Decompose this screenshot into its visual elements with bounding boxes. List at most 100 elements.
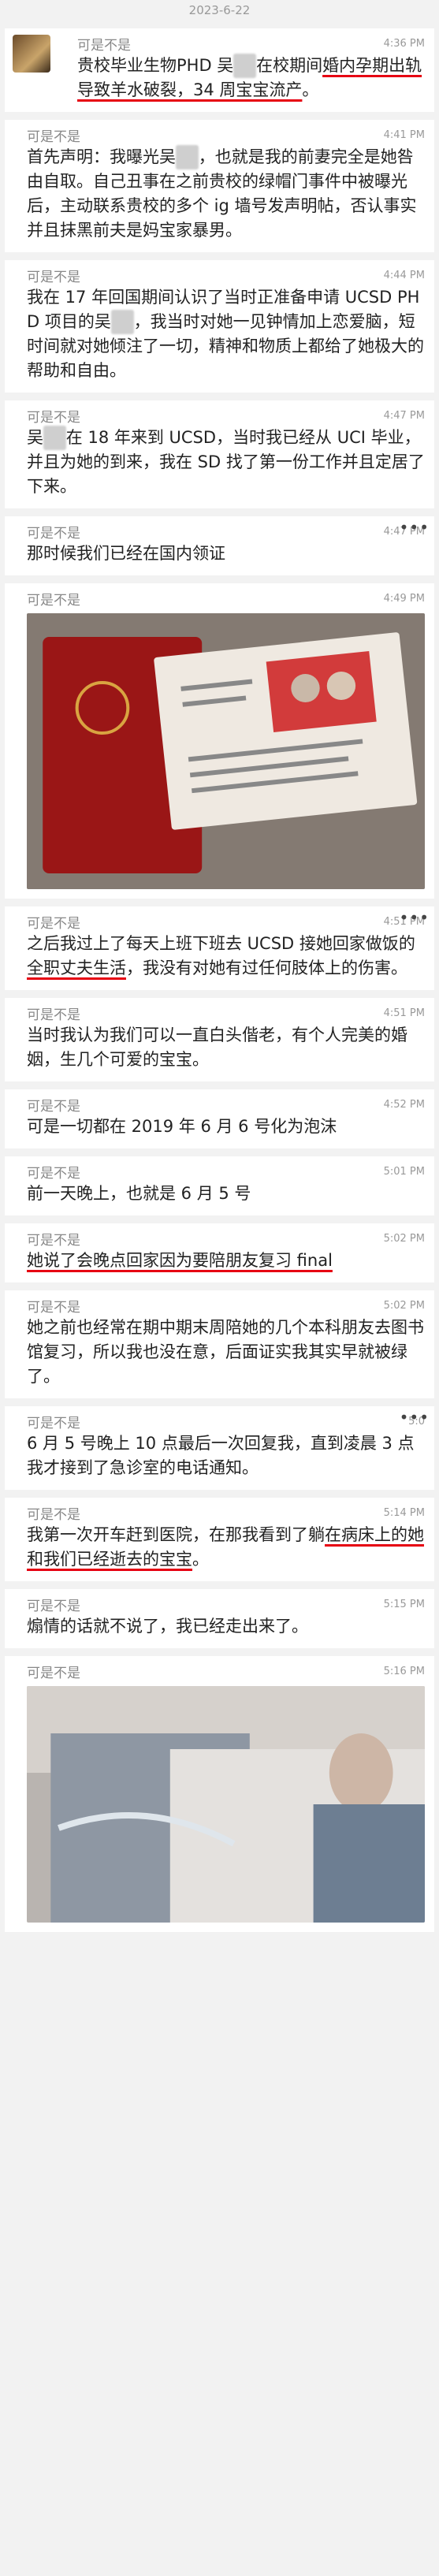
hospital-photo[interactable] [27, 1686, 425, 1923]
post-card[interactable]: 可是不是 4:47 PM 吴XX在 18 年来到 UCSD，当时我已经从 UCI 毕… [5, 400, 434, 508]
post-meta: 可是不是 4:51 PM [27, 1004, 425, 1023]
post-card[interactable]: 可是不是 4:49 PM [5, 583, 434, 899]
marriage-certificate-photo[interactable] [27, 613, 425, 889]
text-segment: 当时我认为我们可以一直白头偕老，有个人完美的婚姻，生几个可爱的宝宝。 [27, 1026, 407, 1069]
post-card[interactable]: 可是不是 4:41 PM 首先声明：我曝光吴XX，也就是我的前妻完全是她咎由自取。自… [5, 120, 434, 252]
text-segment: 婚内 [322, 56, 356, 75]
post-card[interactable]: 可是不是 4:51 PM 当时我认为我们可以一直白头偕老，有个人完美的婚姻，生几个可… [5, 998, 434, 1081]
post-text: 我第一次开车赶到医院，在那我看到了躺在病床上的她和我们已经逝去的宝宝。 [27, 1523, 425, 1572]
sender-name: 可是不是 [27, 1007, 80, 1023]
post-card[interactable]: 可是不是 5:02 PM 她之前也经常在期中期末周陪她的几个本科朋友去图书馆复习，所… [5, 1290, 434, 1398]
post-time: 5:15 PM [383, 1598, 425, 1610]
text-segment: 她之前也经常在期中期末周陪她的几个本科朋友去图书馆复习，所以我也没在意，后面证实… [27, 1318, 424, 1386]
text-segment: 那时候我们已经在国内领证 [27, 544, 225, 563]
post-card[interactable]: 可是不是 4:44 PM 我在 17 年回国期间认识了当时正准备申请 UCSD PH… [5, 260, 434, 393]
sender-name: 可是不是 [27, 409, 80, 426]
post-meta: 可是不是 5:02 PM [27, 1230, 425, 1249]
sender-name: 可是不是 [27, 1415, 80, 1431]
sender-name: 可是不是 [27, 592, 80, 609]
post-card[interactable]: 可是不是 5:15 PM 煽情的话就不说了，我已经走出来了。 [5, 1589, 434, 1648]
post-text: 那时候我们已经在国内领证 [27, 542, 425, 566]
post-text: 当时我认为我们可以一直白头偕老，有个人完美的婚姻，生几个可爱的宝宝。 [27, 1023, 425, 1072]
post-text: 她说了会晚点回家因为要陪朋友复习 final [27, 1249, 425, 1273]
text-segment: 贵校毕业生物PHD 吴 [77, 56, 234, 75]
text-segment: 。 [302, 80, 319, 99]
post-text: 之后我过上了每天上班下班去 UCSD 接她回家做饭的全职丈夫生活，我没有对她有过… [27, 932, 425, 981]
post-time: 5:02 PM [383, 1232, 425, 1245]
post-meta: 可是不是 5:15 PM [27, 1595, 425, 1614]
avatar[interactable] [13, 35, 50, 73]
post-meta: 可是不是 4:36 PM [77, 35, 425, 54]
post-time: 4:47 PM [383, 409, 425, 422]
post-list: 可是不是 4:36 PM 贵校毕业生物PHD 吴XX在校期间婚内孕期出轨导致羊水破裂… [0, 28, 439, 1932]
post-card[interactable]: 可是不是 4:52 PM 可是一切都在 2019 年 6 月 6 号化为泡沫 [5, 1089, 434, 1148]
post-card[interactable]: ••• 可是不是 4:47 PM 那时候我们已经在国内领证 [5, 516, 434, 575]
post-text: 吴XX在 18 年来到 UCSD，当时我已经从 UCI 毕业，并且为她的到来，我… [27, 426, 425, 499]
text-segment: 。 [192, 1550, 209, 1569]
post-card[interactable]: 可是不是 5:14 PM 我第一次开车赶到医院，在那我看到了躺在病床上的她和我们已经… [5, 1498, 434, 1581]
post-text: 6 月 5 号晚上 10 点最后一次回复我，直到凌晨 3 点我才接到了急诊室的电… [27, 1431, 425, 1480]
post-time: 4:49 PM [383, 592, 425, 605]
text-segment: ，我没有对她有过任何肢体上的伤害。 [126, 959, 407, 977]
post-time: 4:41 PM [383, 128, 425, 141]
post-meta: 可是不是 4:49 PM [27, 590, 425, 609]
post-card[interactable]: 可是不是 4:36 PM 贵校毕业生物PHD 吴XX在校期间婚内孕期出轨导致羊水破裂… [5, 28, 434, 112]
more-dots-icon[interactable]: ••• [400, 908, 430, 927]
post-meta: 可是不是 5:02 PM [27, 1297, 425, 1316]
post-meta: 可是不是 4:47 PM [27, 407, 425, 426]
sender-name: 可是不是 [27, 1506, 80, 1523]
post-meta: 可是不是 4:41 PM [27, 126, 425, 145]
post-card[interactable]: ••• 可是不是 4:51 PM 之后我过上了每天上班下班去 UCSD 接她回家做饭的… [5, 906, 434, 990]
post-time: 4:52 PM [383, 1098, 425, 1111]
text-segment: 前一天晚上，也就是 6 月 5 号 [27, 1184, 251, 1203]
post-time: 4:51 PM [383, 1007, 425, 1019]
blurred-name: XX [110, 310, 134, 334]
more-dots-icon[interactable]: ••• [400, 1408, 430, 1427]
post-text: 我在 17 年回国期间认识了当时正准备申请 UCSD PHD 项目的吴XX，我当… [27, 285, 425, 383]
blurred-name: XX [43, 426, 66, 450]
post-card[interactable]: 可是不是 5:02 PM 她说了会晚点回家因为要陪朋友复习 final [5, 1223, 434, 1282]
text-segment: 之后我过上了每天上班下班去 UCSD 接她回家做饭的 [27, 934, 415, 953]
sender-name: 可是不是 [27, 1299, 80, 1316]
sender-name: 可是不是 [27, 915, 80, 932]
post-card[interactable]: 可是不是 5:16 PM [5, 1656, 434, 1932]
post-time: 4:36 PM [383, 37, 425, 50]
text-segment: 全职丈夫生活 [27, 959, 126, 977]
sender-name: 可是不是 [27, 128, 80, 145]
text-segment: 煽情的话就不说了，我已经走出来了。 [27, 1617, 308, 1636]
text-segment: 在 18 年来到 UCSD，当时我已经从 UCI 毕业，并且为她的到来，我在 S… [27, 428, 425, 496]
post-text: 可是一切都在 2019 年 6 月 6 号化为泡沫 [27, 1115, 425, 1139]
more-dots-icon[interactable]: ••• [400, 518, 430, 537]
sender-name: 可是不是 [27, 525, 80, 542]
post-time: 5:16 PM [383, 1665, 425, 1677]
post-text: 贵校毕业生物PHD 吴XX在校期间婚内孕期出轨导致羊水破裂，34 周宝宝流产。 [77, 54, 425, 102]
post-card[interactable]: ••• 可是不是 5:0 6 月 5 号晚上 10 点最后一次回复我，直到凌晨 3 点… [5, 1406, 434, 1490]
text-segment: 首先声明：我曝光吴 [27, 147, 176, 166]
text-segment: 她说了会晚点回家因为要陪朋友复习 final [27, 1251, 333, 1270]
post-text: 她之前也经常在期中期末周陪她的几个本科朋友去图书馆复习，所以我也没在意，后面证实… [27, 1316, 425, 1389]
text-segment: 吴 [27, 428, 43, 447]
post-meta: 可是不是 5:01 PM [27, 1163, 425, 1182]
sender-name: 可是不是 [27, 269, 80, 285]
post-text: 首先声明：我曝光吴XX，也就是我的前妻完全是她咎由自取。自己丑事在之前贵校的绿帽… [27, 145, 425, 243]
text-segment: 在校期间 [256, 56, 323, 75]
post-meta: 可是不是 5:0 [27, 1413, 425, 1431]
text-segment: 我第一次开车赶到医院，在那我看到了躺 [27, 1525, 325, 1544]
sender-name: 可是不是 [27, 1598, 80, 1614]
post-time: 5:02 PM [383, 1299, 425, 1312]
post-meta: 可是不是 5:14 PM [27, 1504, 425, 1523]
sender-name: 可是不是 [27, 1098, 80, 1115]
sender-name: 可是不是 [27, 1232, 80, 1249]
text-segment: 6 月 5 号晚上 10 点最后一次回复我，直到凌晨 3 点我才接到了急诊室的电… [27, 1434, 415, 1477]
post-meta: 可是不是 4:44 PM [27, 266, 425, 285]
post-meta: 可是不是 5:16 PM [27, 1662, 425, 1681]
post-time: 5:01 PM [383, 1165, 425, 1178]
post-text: 前一天晚上，也就是 6 月 5 号 [27, 1182, 425, 1206]
post-card[interactable]: 可是不是 5:01 PM 前一天晚上，也就是 6 月 5 号 [5, 1156, 434, 1215]
post-time: 5:14 PM [383, 1506, 425, 1519]
date-header: 2023-6-22 [188, 3, 251, 17]
post-meta: 可是不是 4:51 PM [27, 913, 425, 932]
post-time: 4:44 PM [383, 269, 425, 281]
sender-name: 可是不是 [27, 1665, 80, 1681]
post-text: 煽情的话就不说了，我已经走出来了。 [27, 1614, 425, 1639]
